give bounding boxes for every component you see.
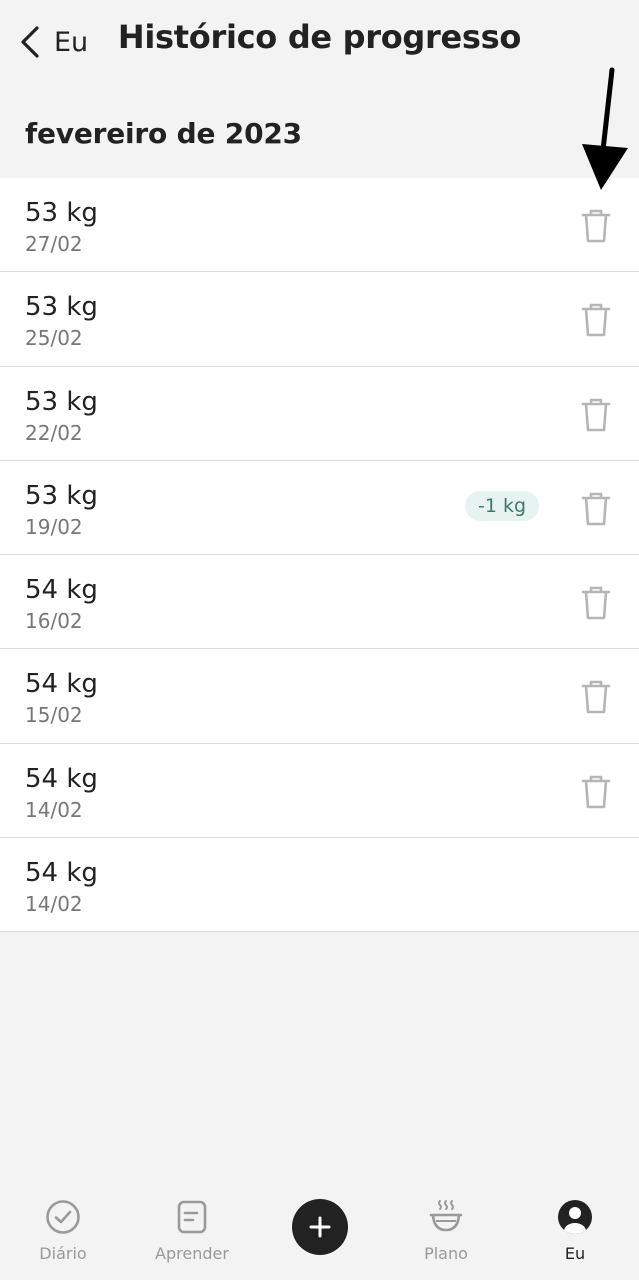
entry-weight: 54 kg xyxy=(25,763,98,794)
note-icon xyxy=(177,1200,207,1234)
entry-date: 14/02 xyxy=(25,797,83,822)
entry-weight: 53 kg xyxy=(25,480,98,511)
annotation-arrow-icon xyxy=(582,67,628,190)
user-icon xyxy=(558,1200,592,1234)
trash-icon[interactable] xyxy=(579,774,613,810)
plus-icon xyxy=(309,1216,331,1238)
entry-date: 14/02 xyxy=(25,891,83,916)
entry-weight: 54 kg xyxy=(25,669,98,700)
entry-weight: 54 kg xyxy=(25,857,98,888)
add-button[interactable] xyxy=(292,1199,348,1255)
list-item: 54 kg 14/02 xyxy=(0,838,639,932)
entry-date: 19/02 xyxy=(25,514,83,539)
tab-eu[interactable]: Eu xyxy=(520,1198,630,1263)
list-item: 53 kg 25/02 xyxy=(0,272,639,367)
tab-label: Aprender xyxy=(155,1244,229,1263)
trash-icon[interactable] xyxy=(579,397,613,433)
list-item: 53 kg 19/02 -1 kg xyxy=(0,461,639,555)
trash-icon[interactable] xyxy=(579,491,613,527)
tab-plano[interactable]: Plano xyxy=(391,1198,501,1263)
list-item: 54 kg 16/02 xyxy=(0,555,639,650)
month-heading: fevereiro de 2023 xyxy=(25,117,302,150)
tab-aprender[interactable]: Aprender xyxy=(137,1198,247,1263)
trash-icon[interactable] xyxy=(579,679,613,715)
bowl-icon xyxy=(429,1200,463,1232)
list-item: 53 kg 27/02 xyxy=(0,178,639,273)
progress-list: 53 kg 27/02 53 kg 25/02 53 kg 22/02 53 k… xyxy=(0,178,639,932)
page-title: Histórico de progresso xyxy=(117,18,522,56)
list-item: 54 kg 15/02 xyxy=(0,649,639,744)
entry-date: 22/02 xyxy=(25,420,83,445)
weight-change-badge: -1 kg xyxy=(465,490,540,521)
entry-weight: 53 kg xyxy=(25,198,98,228)
tab-label: Diário xyxy=(39,1244,87,1263)
check-circle-icon xyxy=(46,1200,80,1234)
entry-date: 15/02 xyxy=(25,703,83,728)
entry-weight: 53 kg xyxy=(25,292,98,323)
list-item: 54 kg 14/02 xyxy=(0,744,639,838)
trash-icon[interactable] xyxy=(579,302,613,338)
tab-label: Plano xyxy=(424,1244,468,1263)
header: Eu Histórico de progresso xyxy=(0,0,639,84)
trash-icon[interactable] xyxy=(579,208,613,244)
entry-date: 25/02 xyxy=(25,326,83,351)
tab-label: Eu xyxy=(564,1244,586,1263)
trash-icon[interactable] xyxy=(579,585,613,621)
entry-weight: 54 kg xyxy=(25,575,98,605)
list-item: 53 kg 22/02 xyxy=(0,367,639,461)
tab-diario[interactable]: Diário xyxy=(8,1198,118,1263)
entry-date: 27/02 xyxy=(25,232,83,256)
entry-weight: 53 kg xyxy=(25,386,98,417)
entry-date: 16/02 xyxy=(25,609,83,633)
